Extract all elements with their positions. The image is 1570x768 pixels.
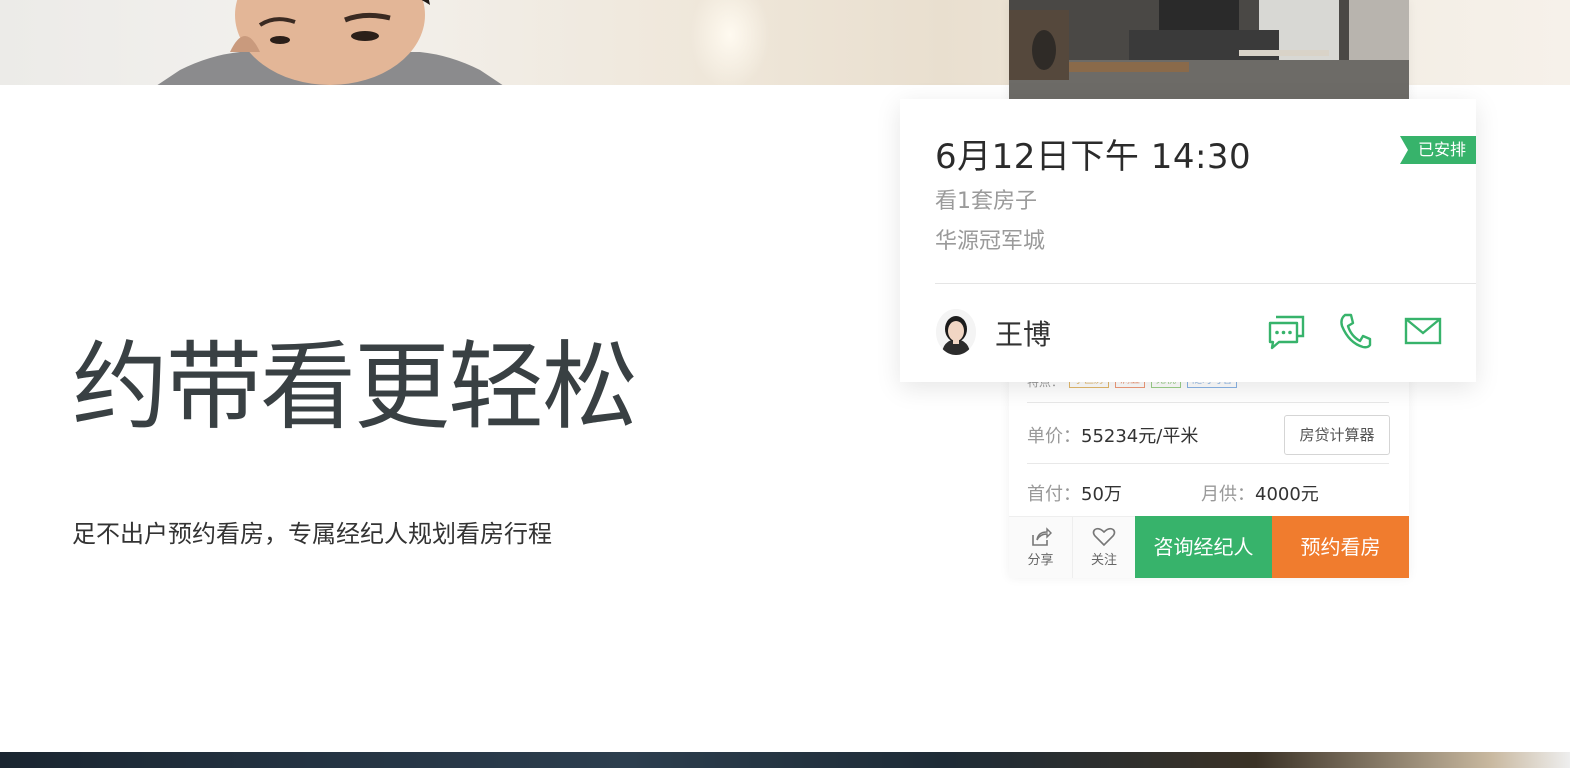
unit-price-label: 单价：	[1027, 426, 1081, 447]
page: 特点： 学区房 满五 无税 随时可看 单价：55234元/平米 房贷计算器 首付…	[0, 0, 1570, 768]
community-name: 华源冠军城	[935, 229, 1046, 254]
follow-button[interactable]: 关注	[1072, 516, 1135, 578]
consult-agent-button[interactable]: 咨询经纪人	[1135, 516, 1272, 578]
status-badge: 已安排	[1399, 136, 1476, 164]
lamp-glow	[690, 0, 770, 85]
share-button[interactable]: 分享	[1009, 516, 1072, 578]
hero-headline: 约带看更轻松	[72, 331, 638, 443]
phone-icon	[1340, 313, 1372, 349]
agent-name: 王博	[995, 318, 1052, 351]
viewing-schedule-card: 6月12日下午 14:30 已安排 看1套房子 华源冠军城 王博	[900, 99, 1476, 382]
down-payment-label: 首付：	[1027, 484, 1081, 505]
follow-label: 关注	[1090, 553, 1117, 568]
unit-price-row: 单价：55234元/平米	[1027, 422, 1198, 448]
agent-portrait	[936, 309, 976, 355]
chat-icon	[1268, 315, 1305, 350]
share-icon	[1031, 527, 1052, 546]
email-button[interactable]	[1403, 311, 1443, 351]
hero-subline: 足不出户预约看房，专属经纪人规划看房行程	[72, 520, 552, 548]
schedule-time: 6月12日下午 14:30	[935, 137, 1252, 177]
monthly-value: 4000元	[1255, 484, 1319, 505]
bottom-banner-photo	[0, 752, 1570, 768]
monthly-label: 月供：	[1201, 484, 1255, 505]
divider	[935, 283, 1476, 284]
man-photo	[157, 0, 503, 85]
share-label: 分享	[1027, 553, 1054, 568]
living-room-photo	[1009, 0, 1409, 99]
avatar	[936, 309, 976, 355]
divider	[1027, 402, 1389, 403]
monthly-payment-row: 月供：4000元	[1201, 480, 1319, 506]
heart-icon	[1092, 527, 1116, 547]
down-payment-row: 首付：50万	[1027, 480, 1122, 506]
unit-price-value: 55234元/平米	[1081, 426, 1199, 447]
book-viewing-button[interactable]: 预约看房	[1272, 516, 1409, 578]
call-button[interactable]	[1335, 311, 1375, 351]
living-room-illustration	[1009, 0, 1409, 99]
action-bar: 分享 关注 咨询经纪人 预约看房	[1009, 516, 1409, 578]
down-payment-value: 50万	[1081, 484, 1122, 505]
chat-button[interactable]	[1267, 311, 1307, 351]
mortgage-calculator-button[interactable]: 房贷计算器	[1284, 415, 1390, 455]
mail-icon	[1404, 317, 1442, 345]
house-count: 看1套房子	[935, 189, 1037, 214]
divider	[1027, 463, 1389, 464]
